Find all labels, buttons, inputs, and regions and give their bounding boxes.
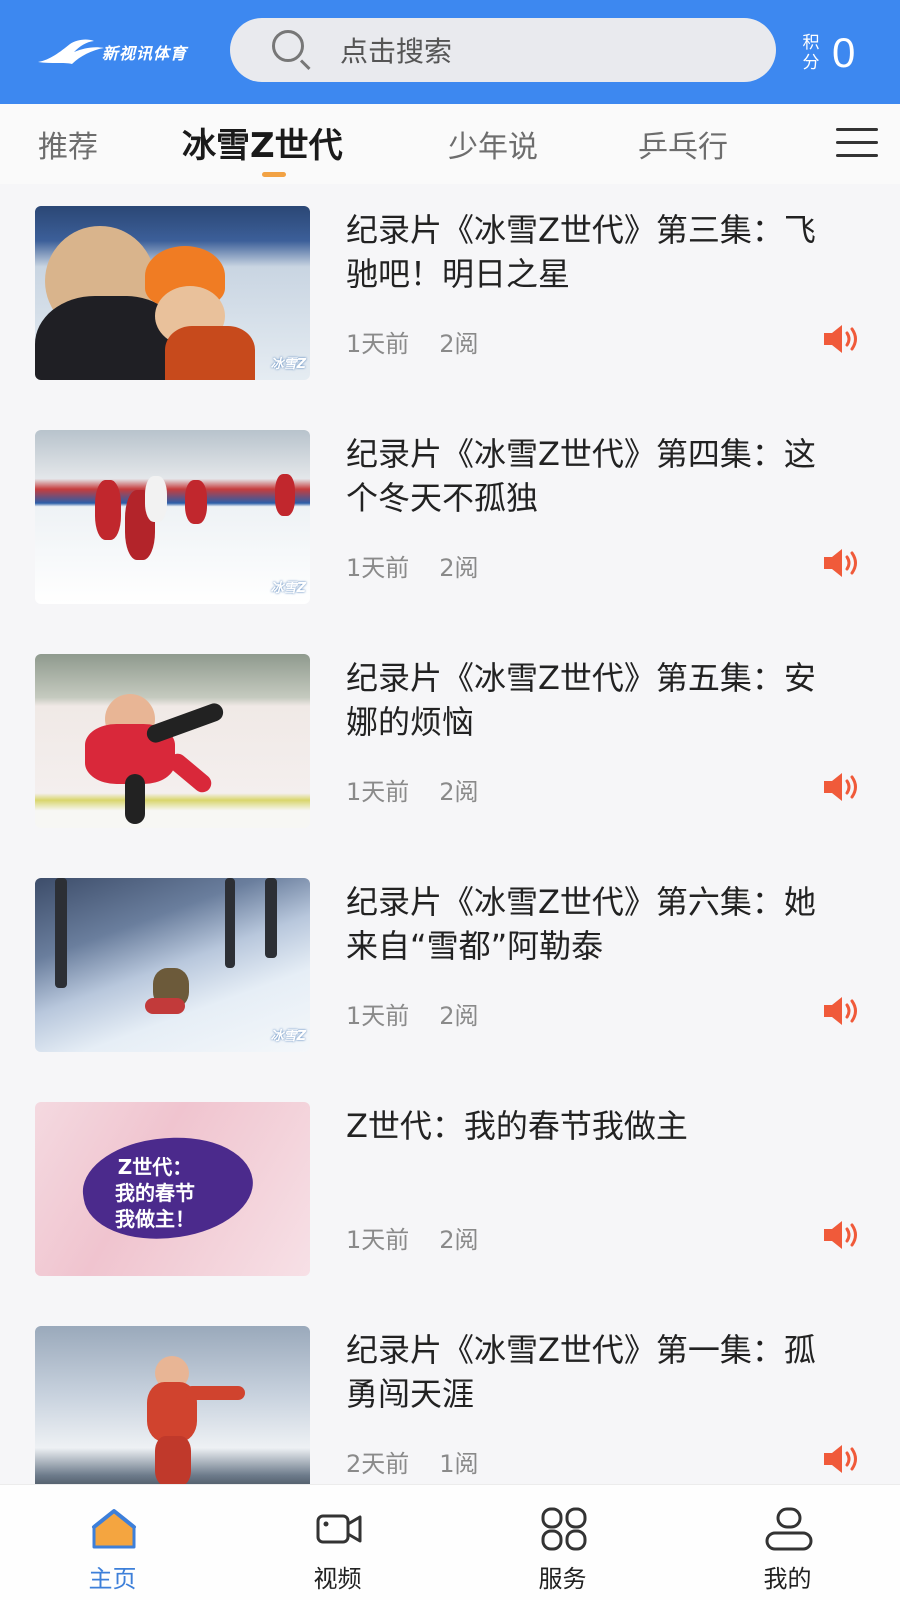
tab-ice-snow-gen-z[interactable]: 冰雪Z世代 (182, 118, 343, 167)
speaker-icon[interactable] (822, 994, 862, 1028)
video-camera-icon (316, 1514, 362, 1544)
list-item[interactable]: 冰雪Z 纪录片《冰雪Z世代》第六集：她来自“雪都”阿勒泰 1天前 2阅 (0, 856, 900, 1084)
article-reads: 1阅 (439, 1450, 479, 1478)
nav-home[interactable]: 主页 (0, 1485, 225, 1600)
article-thumbnail: 冰雪Z (35, 878, 310, 1052)
thumbnail-badge-text: Z世代： 我的春节 我做主！ (115, 1155, 195, 1231)
article-time: 1天前 (346, 1226, 410, 1254)
article-list: 冰雪Z 纪录片《冰雪Z世代》第三集：飞驰吧！明日之星 1天前 2阅 冰雪Z 纪录片… (0, 184, 900, 1484)
article-thumbnail: Z世代： 我的春节 我做主！ (35, 1102, 310, 1276)
article-title: 纪录片《冰雪Z世代》第五集：安娜的烦恼 (346, 659, 816, 741)
tab-youth-talk[interactable]: 少年说 (448, 122, 538, 166)
active-tab-indicator (262, 172, 286, 177)
article-time: 1天前 (346, 778, 410, 806)
top-header: 新视讯体育 点击搜索 积分 0 (0, 0, 900, 104)
grid-icon (541, 1507, 587, 1551)
article-time: 1天前 (346, 554, 410, 582)
article-thumbnail: 冰雪Z (35, 430, 310, 604)
article-meta: 1天前 2阅 (346, 548, 479, 583)
speaker-icon[interactable] (822, 770, 862, 804)
category-tabs: 推荐 冰雪Z世代 少年说 乒乓行 (0, 104, 900, 184)
speaker-icon[interactable] (822, 1442, 862, 1476)
bottom-navigation: 主页 视频 服务 我的 (0, 1484, 900, 1600)
article-title: 纪录片《冰雪Z世代》第四集：这个冬天不孤独 (346, 435, 816, 517)
article-reads: 2阅 (439, 330, 479, 358)
article-time: 2天前 (346, 1450, 410, 1478)
points-display[interactable]: 积分 0 (800, 28, 890, 78)
article-meta: 1天前 2阅 (346, 996, 479, 1031)
nav-label: 视频 (313, 1565, 362, 1593)
article-thumbnail: 冰雪Z (35, 206, 310, 380)
tab-recommend[interactable]: 推荐 (38, 122, 98, 166)
list-item[interactable]: 冰雪Z 纪录片《冰雪Z世代》第三集：飞驰吧！明日之星 1天前 2阅 (0, 184, 900, 412)
article-reads: 2阅 (439, 1002, 479, 1030)
speaker-icon[interactable] (822, 546, 862, 580)
list-item[interactable]: 纪录片《冰雪Z世代》第一集：孤勇闯天涯 2天前 1阅 (0, 1304, 900, 1484)
thumbnail-watermark: 冰雪Z (270, 1029, 306, 1044)
list-item[interactable]: Z世代： 我的春节 我做主！ Z世代：我的春节我做主 1天前 2阅 (0, 1080, 900, 1308)
article-thumbnail (35, 654, 310, 828)
hamburger-menu-icon[interactable] (836, 128, 878, 158)
article-time: 1天前 (346, 330, 410, 358)
search-icon (270, 28, 314, 72)
article-reads: 2阅 (439, 554, 479, 582)
tab-ping-pong[interactable]: 乒乓行 (638, 122, 728, 166)
nav-profile[interactable]: 我的 (675, 1485, 900, 1600)
article-time: 1天前 (346, 1002, 410, 1030)
article-meta: 1天前 2阅 (346, 1220, 479, 1255)
thumbnail-watermark: 冰雪Z (270, 357, 306, 372)
app-logo[interactable]: 新视讯体育 (36, 30, 206, 74)
article-thumbnail (35, 1326, 310, 1484)
search-bar[interactable]: 点击搜索 (230, 18, 776, 82)
nav-services[interactable]: 服务 (450, 1485, 675, 1600)
article-title: 纪录片《冰雪Z世代》第六集：她来自“雪都”阿勒泰 (346, 883, 816, 965)
list-item[interactable]: 冰雪Z 纪录片《冰雪Z世代》第四集：这个冬天不孤独 1天前 2阅 (0, 408, 900, 636)
bird-logo-icon (38, 39, 104, 64)
search-placeholder: 点击搜索 (340, 35, 453, 68)
article-title: 纪录片《冰雪Z世代》第三集：飞驰吧！明日之星 (346, 211, 816, 293)
article-reads: 2阅 (439, 778, 479, 806)
article-meta: 2天前 1阅 (346, 1444, 479, 1479)
home-icon (92, 1509, 136, 1549)
user-icon (765, 1507, 813, 1551)
article-reads: 2阅 (439, 1226, 479, 1254)
article-title: 纪录片《冰雪Z世代》第一集：孤勇闯天涯 (346, 1331, 816, 1413)
nav-video[interactable]: 视频 (225, 1485, 450, 1600)
list-item[interactable]: 纪录片《冰雪Z世代》第五集：安娜的烦恼 1天前 2阅 (0, 632, 900, 860)
points-label: 积分 (802, 33, 820, 73)
nav-label: 服务 (538, 1565, 587, 1593)
nav-label: 主页 (88, 1565, 137, 1593)
speaker-icon[interactable] (822, 1218, 862, 1252)
speaker-icon[interactable] (822, 322, 862, 356)
points-value: 0 (832, 29, 856, 76)
article-title: Z世代：我的春节我做主 (346, 1107, 688, 1145)
thumbnail-watermark: 冰雪Z (270, 581, 306, 596)
article-meta: 1天前 2阅 (346, 772, 479, 807)
article-meta: 1天前 2阅 (346, 324, 479, 359)
nav-label: 我的 (763, 1565, 812, 1593)
logo-text: 新视讯体育 (102, 44, 188, 63)
